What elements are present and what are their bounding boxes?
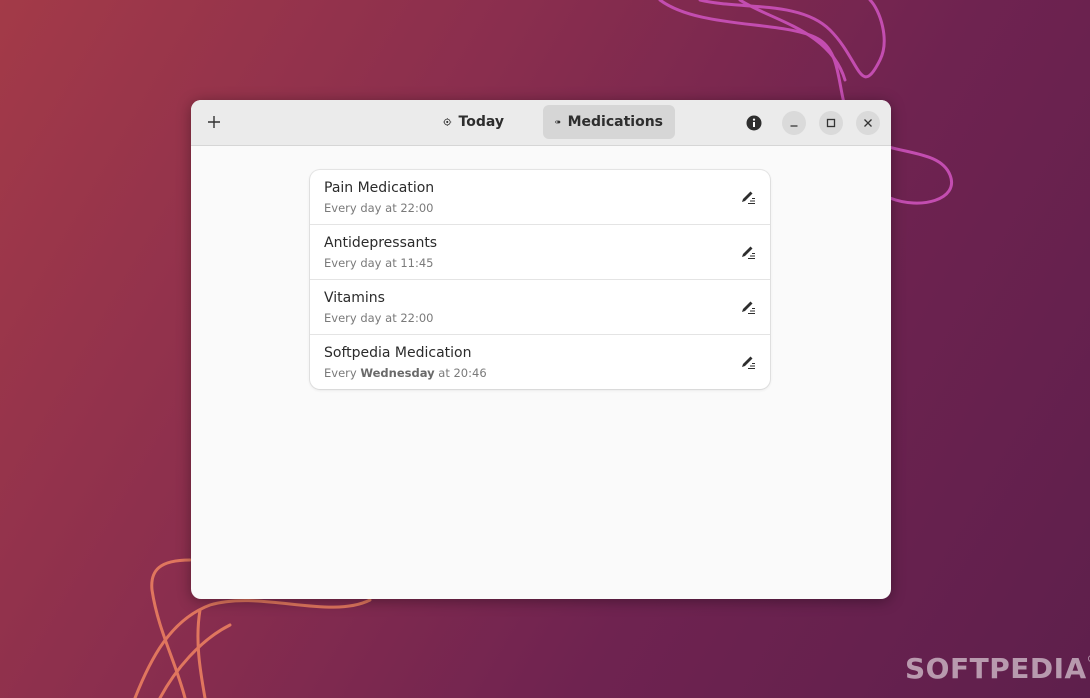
medication-list: Pain Medication Every day at 22:00 Antid… — [310, 170, 770, 389]
medication-schedule: Every day at 22:00 — [324, 201, 434, 215]
tab-today-label: Today — [458, 114, 504, 130]
medication-name: Softpedia Medication — [324, 345, 472, 361]
edit-icon — [742, 246, 755, 260]
info-icon — [746, 115, 762, 131]
target-icon — [443, 118, 452, 126]
softpedia-watermark: SOFTPEDIA® — [905, 652, 1090, 685]
about-button[interactable] — [741, 110, 767, 136]
tab-medications[interactable]: Medications — [543, 105, 675, 139]
edit-icon — [742, 356, 755, 370]
edit-button[interactable] — [736, 350, 760, 374]
close-button[interactable] — [856, 111, 880, 135]
medication-row[interactable]: Antidepressants Every day at 11:45 — [310, 225, 770, 280]
plus-icon — [208, 116, 220, 128]
edit-icon — [742, 191, 755, 205]
app-window: Today Medications Pain Medication Every … — [191, 100, 891, 599]
tab-medications-label: Medications — [567, 114, 663, 130]
close-icon — [864, 119, 872, 127]
toggle-icon — [555, 120, 561, 124]
minimize-button[interactable] — [782, 111, 806, 135]
medication-row[interactable]: Softpedia Medication Every Wednesday at … — [310, 335, 770, 389]
medication-row[interactable]: Pain Medication Every day at 22:00 — [310, 170, 770, 225]
medication-name: Pain Medication — [324, 180, 435, 196]
add-medication-button[interactable] — [199, 107, 229, 137]
medication-schedule: Every Wednesday at 20:46 — [324, 366, 487, 380]
header-bar: Today Medications — [191, 100, 891, 146]
medication-name: Antidepressants — [324, 235, 438, 251]
medication-schedule: Every day at 22:00 — [324, 311, 434, 325]
medication-schedule: Every day at 11:45 — [324, 256, 434, 270]
tab-today[interactable]: Today — [431, 105, 516, 139]
medication-row[interactable]: Vitamins Every day at 22:00 — [310, 280, 770, 335]
maximize-button[interactable] — [819, 111, 843, 135]
edit-button[interactable] — [736, 295, 760, 319]
maximize-icon — [826, 118, 836, 128]
edit-button[interactable] — [736, 185, 760, 209]
edit-icon — [742, 301, 755, 315]
medication-name: Vitamins — [324, 290, 385, 306]
edit-button[interactable] — [736, 240, 760, 264]
minimize-icon — [790, 125, 798, 127]
